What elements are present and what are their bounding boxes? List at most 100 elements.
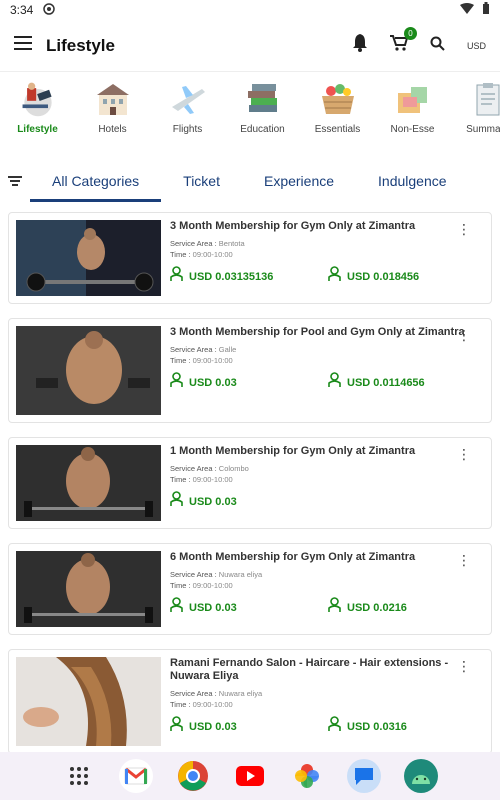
notification-icon	[43, 2, 56, 18]
list-item[interactable]: 3 Month Membership for Pool and Gym Only…	[8, 318, 492, 423]
chrome-icon[interactable]	[176, 759, 210, 793]
airplane-icon	[168, 80, 208, 118]
service-area-value: Bentota	[218, 239, 245, 248]
product-title: 3 Month Membership for Pool and Gym Only…	[170, 326, 465, 338]
category-lifestyle[interactable]: Lifestyle	[0, 80, 75, 146]
photos-icon[interactable]	[290, 759, 324, 793]
product-title: 3 Month Membership for Gym Only at Ziman…	[170, 220, 416, 232]
gift-icon	[393, 80, 433, 118]
list-item[interactable]: 1 Month Membership for Gym Only at Ziman…	[8, 437, 492, 529]
category-non-essentials[interactable]: Non-Esse	[375, 80, 450, 146]
price-adult: USD 0.03	[170, 716, 328, 737]
wifi-icon	[460, 2, 474, 18]
time-value: 09:00-10:00	[192, 475, 233, 484]
price-row: USD 0.03 USD 0.0114656	[170, 372, 486, 393]
price-row: USD 0.03 USD 0.0216	[170, 597, 486, 618]
time-label: Time :	[170, 475, 191, 484]
system-dock	[0, 752, 500, 800]
product-info: 1 Month Membership for Gym Only at Ziman…	[170, 445, 484, 521]
service-area-label: Service Area :	[170, 239, 217, 248]
price-adult: USD 0.03	[170, 597, 328, 618]
list-item[interactable]: 6 Month Membership for Gym Only at Ziman…	[8, 543, 492, 635]
time-label: Time :	[170, 700, 191, 709]
service-area-value: Nuwara eliya	[218, 689, 263, 698]
category-label: Flights	[172, 124, 203, 135]
price-child: USD 0.0114656	[328, 372, 486, 393]
person-icon	[328, 372, 341, 393]
currency-selector[interactable]: USD	[467, 41, 486, 51]
person-icon	[170, 372, 183, 393]
gmail-icon[interactable]	[119, 759, 153, 793]
price-value: USD 0.03135136	[189, 270, 274, 283]
category-essentials[interactable]: Essentials	[300, 80, 375, 146]
service-area-label: Service Area :	[170, 570, 217, 579]
product-image	[16, 326, 161, 415]
price-value: USD 0.03	[189, 495, 237, 508]
service-area-value: Nuwara eliya	[218, 570, 263, 579]
lifestyle-icon	[18, 80, 58, 118]
product-info: Ramani Fernando Salon - Haircare - Hair …	[170, 657, 500, 746]
battery-icon	[482, 2, 490, 18]
filter-icon[interactable]	[0, 176, 30, 186]
more-options-icon[interactable]: ⋮	[457, 447, 471, 461]
apps-icon[interactable]	[62, 759, 96, 793]
messages-icon[interactable]	[347, 759, 381, 793]
time-label: Time :	[170, 581, 191, 590]
category-label: Lifestyle	[17, 124, 58, 135]
price-child: USD 0.0216	[328, 597, 486, 618]
tab-all-categories[interactable]: All Categories	[30, 160, 162, 202]
tab-ticket[interactable]: Ticket	[161, 160, 242, 202]
person-icon	[328, 266, 341, 287]
category-label: Essentials	[314, 124, 361, 135]
service-area-label: Service Area :	[170, 689, 217, 698]
tab-bar: All Categories Ticket Experience Indulge…	[0, 160, 500, 202]
time-value: 09:00-10:00	[192, 581, 233, 590]
time-value: 09:00-10:00	[192, 356, 233, 365]
price-child: USD 0.0316	[328, 716, 486, 737]
list-item[interactable]: 3 Month Membership for Gym Only at Ziman…	[8, 212, 492, 304]
category-education[interactable]: Education	[225, 80, 300, 146]
android-icon[interactable]	[404, 759, 438, 793]
list-item[interactable]: Ramani Fernando Salon - Haircare - Hair …	[8, 649, 492, 752]
category-summary[interactable]: Summary	[450, 80, 500, 146]
youtube-icon[interactable]	[233, 759, 267, 793]
time-label: Time :	[170, 250, 191, 259]
app-bar: Lifestyle 0 USD	[0, 20, 500, 72]
cart-button[interactable]: 0	[389, 27, 417, 56]
price-row: USD 0.03135136 USD 0.018456	[170, 266, 486, 287]
price-adult: USD 0.03	[170, 372, 328, 393]
product-info: 6 Month Membership for Gym Only at Ziman…	[170, 551, 500, 627]
more-options-icon[interactable]: ⋮	[457, 659, 471, 673]
service-area-value: Colombo	[218, 464, 249, 473]
product-meta: Service Area : Bentota Time : 09:00-10:0…	[170, 238, 486, 260]
product-title: 6 Month Membership for Gym Only at Ziman…	[170, 551, 416, 563]
price-value: USD 0.03	[189, 376, 237, 389]
menu-icon[interactable]	[14, 36, 32, 55]
category-label: Non-Esse	[390, 124, 435, 135]
person-icon	[328, 716, 341, 737]
tab-experience[interactable]: Experience	[242, 160, 356, 202]
category-label: Hotels	[98, 124, 127, 135]
service-area-label: Service Area :	[170, 464, 217, 473]
product-title: 1 Month Membership for Gym Only at Ziman…	[170, 445, 416, 457]
tab-indulgence[interactable]: Indulgence	[356, 160, 469, 202]
time-value: 09:00-10:00	[192, 250, 233, 259]
product-image	[16, 220, 161, 296]
status-time: 3:34	[10, 3, 34, 17]
price-value: USD 0.03	[189, 720, 237, 733]
product-meta: Service Area : Nuwara eliya Time : 09:00…	[170, 688, 486, 710]
category-hotels[interactable]: Hotels	[75, 80, 150, 146]
more-options-icon[interactable]: ⋮	[457, 222, 471, 236]
cart-icon	[389, 35, 409, 55]
price-row: USD 0.03	[170, 491, 462, 512]
service-area-label: Service Area :	[170, 345, 217, 354]
bell-icon[interactable]	[352, 34, 368, 57]
more-options-icon[interactable]: ⋮	[457, 553, 471, 567]
search-icon[interactable]	[430, 36, 445, 56]
hotel-icon	[93, 80, 133, 118]
category-flights[interactable]: Flights	[150, 80, 225, 146]
product-image	[16, 445, 161, 521]
more-options-icon[interactable]: ⋮	[457, 328, 471, 342]
status-bar: 3:34	[0, 0, 500, 20]
person-icon	[170, 491, 183, 512]
